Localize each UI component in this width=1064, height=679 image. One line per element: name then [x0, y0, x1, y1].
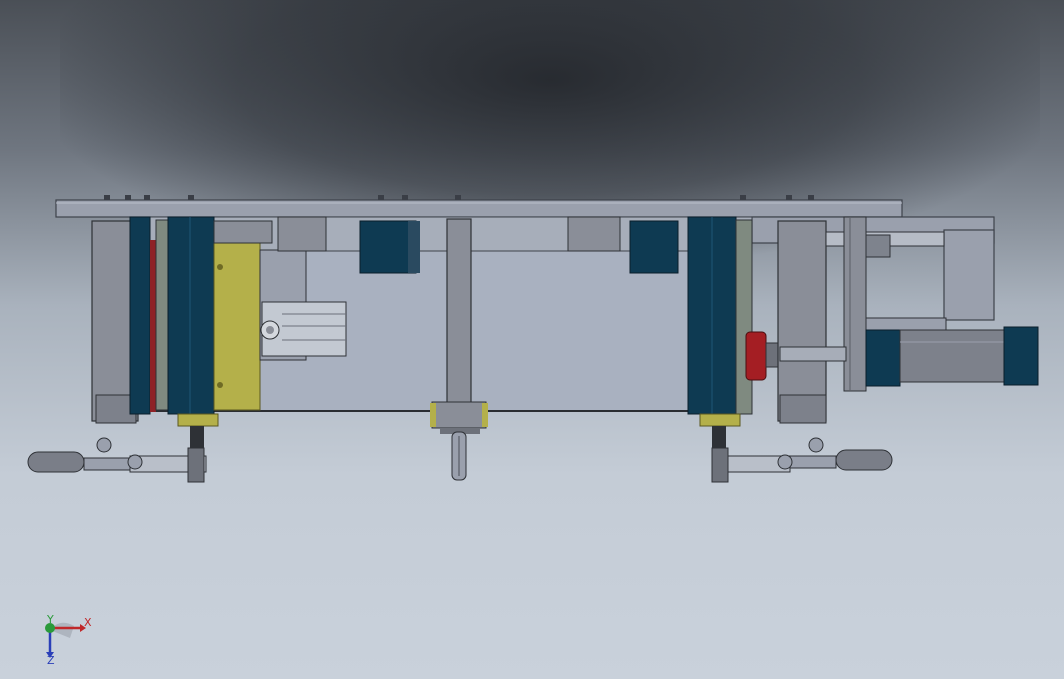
left-blue-panel-inner: [167, 216, 215, 415]
orientation-triad: X Y Z: [40, 612, 100, 668]
x-axis-label: X: [84, 616, 92, 629]
cad-model-front-view[interactable]: [0, 0, 1064, 679]
piston-rod: [779, 346, 847, 362]
red-end-cap: [745, 331, 767, 381]
blue-block-right: [629, 220, 679, 274]
center-clamp-block: [431, 401, 487, 429]
right-vertical-plate: [843, 216, 867, 392]
top-bolts: [104, 195, 814, 200]
right-post: [777, 220, 827, 422]
left-blue-panel-outer: [129, 216, 151, 415]
left-toggle-clamp[interactable]: [27, 437, 207, 483]
center-post: [446, 218, 472, 405]
cylinder-end-cap: [1003, 326, 1039, 386]
cylinder-barrel: [899, 329, 1005, 383]
blue-block-left: [359, 220, 417, 274]
graphics-viewport[interactable]: X Y Z: [0, 0, 1064, 679]
left-red-strip: [150, 240, 156, 412]
z-axis-label: Z: [47, 654, 55, 667]
cylinder-blue-cap: [865, 329, 901, 387]
y-axis-label: Y: [47, 613, 54, 626]
side-bracket: [943, 229, 995, 321]
right-toggle-clamp[interactable]: [711, 437, 893, 483]
